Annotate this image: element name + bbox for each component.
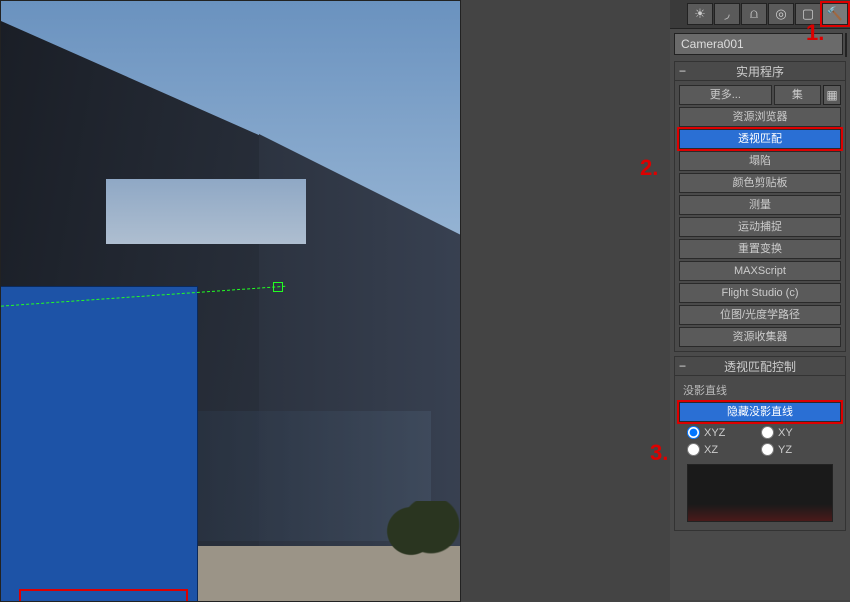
callout-2: 2. [640,155,658,181]
axis-xyz-radio[interactable]: XYZ [687,426,743,439]
callout-3: 3. [650,440,668,466]
highlight-box [19,589,188,602]
color-clipboard-button[interactable]: 颜色剪贴板 [679,173,841,193]
sets-button[interactable]: 集 [774,85,821,105]
utilities-icon[interactable]: 🔨 [822,3,848,25]
bitmap-path-button[interactable]: 位图/光度学路径 [679,305,841,325]
minus-icon: − [679,359,686,373]
rollout-title: 透视匹配控制 [675,358,845,375]
perspective-match-button[interactable]: 透视匹配 [679,129,841,149]
perspective-box-gizmo[interactable] [0,286,198,602]
viewport[interactable] [0,0,461,602]
asset-browser-button[interactable]: 资源浏览器 [679,107,841,127]
utilities-rollout: − 实用程序 更多... 集 ▦ 资源浏览器 透视匹配 塌陷 颜色剪贴板 测量 … [674,61,846,352]
callout-1: 1. [806,20,824,46]
axis-xz-radio[interactable]: XZ [687,443,743,456]
more-button[interactable]: 更多... [679,85,772,105]
perspective-match-rollout-header[interactable]: − 透视匹配控制 [675,357,845,376]
perspective-match-rollout: − 透视匹配控制 没影直线 隐藏没影直线 XYZ XY XZ YZ [674,356,846,531]
command-panel: ☀ ◞ ⩍ ◎ ▢ 🔨 − 实用程序 更多... 集 ▦ 资源浏览器 [670,0,850,600]
rollout-title: 实用程序 [675,63,845,80]
hierarchy-icon[interactable]: ⩍ [741,3,767,25]
collapse-button[interactable]: 塌陷 [679,151,841,171]
config-button[interactable]: ▦ [823,85,841,105]
empty-area [461,0,670,600]
flight-studio-button[interactable]: Flight Studio (c) [679,283,841,303]
utilities-rollout-header[interactable]: − 实用程序 [675,62,845,81]
measure-button[interactable]: 测量 [679,195,841,215]
hide-vanishing-lines-button[interactable]: 隐藏没影直线 [679,402,841,422]
vanishing-line-handle[interactable] [273,282,283,292]
vanishing-lines-label: 没影直线 [679,380,841,400]
curve-icon[interactable]: ◞ [714,3,740,25]
preview-swatch [687,464,833,522]
motion-icon[interactable]: ◎ [768,3,794,25]
axis-yz-radio[interactable]: YZ [761,443,817,456]
axis-xy-radio[interactable]: XY [761,426,817,439]
minus-icon: − [679,64,686,78]
reset-xform-button[interactable]: 重置变换 [679,239,841,259]
light-icon[interactable]: ☀ [687,3,713,25]
motion-capture-button[interactable]: 运动捕捉 [679,217,841,237]
asset-collector-button[interactable]: 资源收集器 [679,327,841,347]
axis-radio-group: XYZ XY XZ YZ [679,424,841,458]
object-color-swatch[interactable] [845,33,847,57]
maxscript-button[interactable]: MAXScript [679,261,841,281]
